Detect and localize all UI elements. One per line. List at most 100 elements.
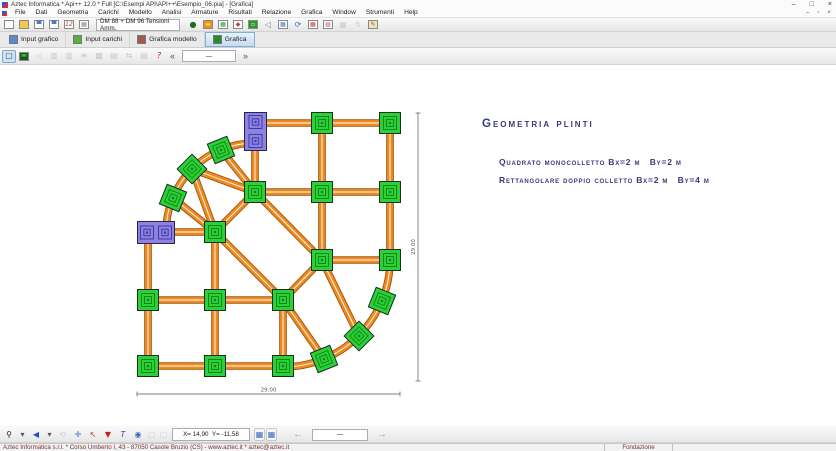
beam[interactable] bbox=[322, 260, 359, 336]
delete-vertex-button[interactable]: ▼ bbox=[101, 428, 115, 441]
close-button[interactable]: × bbox=[828, 0, 832, 9]
menu-item-window[interactable]: Window bbox=[327, 9, 360, 17]
menu-item-carichi[interactable]: Carichi bbox=[93, 9, 124, 17]
plinth-square[interactable] bbox=[312, 182, 333, 203]
plinth-square[interactable] bbox=[368, 287, 395, 314]
zoom-tool-icon: ⚲ bbox=[6, 431, 12, 439]
view-next-chevron-button[interactable]: » bbox=[240, 52, 251, 61]
plinth-square[interactable] bbox=[312, 113, 333, 134]
menu-item-dati[interactable]: Dati bbox=[31, 9, 53, 17]
tab-grafica[interactable]: Grafica bbox=[205, 32, 255, 47]
decimals-xy-icon: ▦ bbox=[256, 431, 264, 439]
sound-button[interactable]: ◁ bbox=[261, 18, 275, 31]
plinth-double-collar[interactable] bbox=[138, 222, 175, 244]
zoom-dropdown-icon: ▾ bbox=[20, 431, 24, 439]
select-tool-button[interactable]: ▢ bbox=[2, 50, 16, 63]
menu-item-armature[interactable]: Armature bbox=[186, 9, 223, 17]
pan-dropdown-icon: ▾ bbox=[47, 431, 51, 439]
layout-icon: ▤ bbox=[110, 52, 118, 60]
plinth-double-collar[interactable] bbox=[245, 113, 267, 151]
text-tool-button[interactable]: T bbox=[116, 428, 130, 441]
grid-view-button[interactable]: ▦ bbox=[276, 18, 290, 31]
foundation-grid-button[interactable]: ▦ bbox=[216, 18, 230, 31]
green-tool-button[interactable]: ▫ bbox=[246, 18, 260, 31]
pick-entity-button[interactable]: ↖ bbox=[86, 428, 100, 441]
plinth-square[interactable] bbox=[273, 356, 294, 377]
render-view-button[interactable]: ▬ bbox=[17, 50, 31, 63]
design-code-value: DM 88 + DM 96 Tensioni Amm. bbox=[100, 18, 179, 32]
mdi-close-button[interactable]: × bbox=[827, 9, 831, 17]
tab-input-carichi[interactable]: Input carichi bbox=[66, 32, 130, 47]
view-combo[interactable]: — bbox=[182, 50, 236, 62]
units-button[interactable]: 12 bbox=[62, 18, 76, 31]
plinth-square[interactable] bbox=[205, 222, 226, 243]
filter-help-button[interactable]: ? bbox=[152, 50, 166, 63]
windows-button[interactable]: ▀ bbox=[47, 18, 61, 31]
new-file-button[interactable] bbox=[2, 18, 16, 31]
decimals-val-button[interactable]: ▦ bbox=[266, 428, 277, 441]
menu-item-grafica[interactable]: Grafica bbox=[296, 9, 327, 17]
menu-item-strumenti[interactable]: Strumenti bbox=[361, 9, 399, 17]
plinth-square[interactable] bbox=[273, 290, 294, 311]
decimals-xy-button[interactable]: ▦ bbox=[254, 428, 265, 441]
locked-tool-icon: ▦ bbox=[339, 21, 347, 29]
analysis-options-icon: ◆ bbox=[233, 20, 243, 29]
zoom-combo-value: — bbox=[337, 431, 343, 438]
menu-item-file[interactable]: File bbox=[10, 9, 31, 17]
plan-note-1: Quadrato monocolletto Bx=2 m By=2 m bbox=[499, 157, 682, 167]
design-code-combo[interactable]: DM 88 + DM 96 Tensioni Amm. bbox=[96, 19, 180, 31]
report-edit-button[interactable]: ✎ bbox=[366, 18, 380, 31]
layers-icon: ▥ bbox=[65, 52, 73, 60]
menu-item-geometria[interactable]: Geometria bbox=[52, 9, 93, 17]
menu-item-modello[interactable]: Modello bbox=[124, 9, 157, 17]
view-prev-chevron-button[interactable]: « bbox=[167, 52, 178, 61]
open-file-button[interactable] bbox=[17, 18, 31, 31]
green-tool-icon: ▫ bbox=[248, 20, 258, 29]
rebar-edit-button[interactable]: ▦ bbox=[321, 18, 335, 31]
mdi-restore-button[interactable]: ▫ bbox=[817, 9, 819, 17]
page-prev-button: ▢ bbox=[146, 428, 157, 441]
menu-item-help[interactable]: Help bbox=[399, 9, 423, 17]
materials-button[interactable]: ● bbox=[186, 18, 200, 31]
pan-tool-button[interactable]: ◀ bbox=[29, 428, 43, 441]
plinth-square[interactable] bbox=[380, 113, 401, 134]
grid-view-icon: ▦ bbox=[278, 20, 288, 29]
tab-input-grafico[interactable]: Input grafico bbox=[2, 32, 66, 47]
prev-view-arrow-button[interactable]: ← bbox=[290, 430, 306, 440]
zoom-tool-button[interactable]: ⚲ bbox=[2, 428, 16, 441]
plinth-square[interactable] bbox=[245, 182, 266, 203]
menu-item-risultati[interactable]: Risultati bbox=[223, 9, 256, 17]
tab-grafica-modello[interactable]: Grafica modello bbox=[130, 32, 205, 47]
zoom-dropdown-button[interactable]: ▾ bbox=[17, 428, 28, 441]
drawing-canvas[interactable]: 29.0029.00 Geometria plinti Quadrato mon… bbox=[0, 65, 836, 426]
zoom-combo[interactable]: — bbox=[312, 429, 368, 441]
mdi-minimize-button[interactable]: – bbox=[806, 9, 809, 17]
tab-input-carichi-icon bbox=[73, 35, 82, 44]
plinth-square[interactable] bbox=[138, 290, 159, 311]
rebar-table-button[interactable]: ▦ bbox=[306, 18, 320, 31]
save-button[interactable]: ▀ bbox=[32, 18, 46, 31]
table-setup-button[interactable]: ▦ bbox=[77, 18, 91, 31]
plinth-square[interactable] bbox=[138, 356, 159, 377]
menu-item-analisi[interactable]: Analisi bbox=[157, 9, 186, 17]
plinth-square[interactable] bbox=[205, 290, 226, 311]
soil-layers-button[interactable]: ▬ bbox=[201, 18, 215, 31]
audio-note-icon: ◁ bbox=[36, 52, 42, 60]
arc-beam[interactable] bbox=[283, 260, 390, 367]
sphere-tool-button[interactable]: ◉ bbox=[131, 428, 145, 441]
next-view-arrow-button[interactable]: → bbox=[374, 430, 390, 440]
plinth-square[interactable] bbox=[205, 356, 226, 377]
snap-grid-button[interactable]: ✛ bbox=[71, 428, 85, 441]
menu-item-relazione[interactable]: Relazione bbox=[257, 9, 296, 17]
tab-label: Input grafico bbox=[21, 36, 58, 43]
maximize-button[interactable]: □ bbox=[810, 0, 814, 9]
refresh-button[interactable]: ⟳ bbox=[291, 18, 305, 31]
analysis-options-button[interactable]: ◆ bbox=[231, 18, 245, 31]
minimize-button[interactable]: – bbox=[792, 0, 796, 9]
pan-dropdown-button[interactable]: ▾ bbox=[44, 428, 55, 441]
plinth-square[interactable] bbox=[380, 182, 401, 203]
plinth-square[interactable] bbox=[312, 250, 333, 271]
plinth-square[interactable] bbox=[380, 250, 401, 271]
swap-icon: ⇆ bbox=[126, 52, 133, 60]
render-view-icon: ▬ bbox=[19, 52, 29, 61]
